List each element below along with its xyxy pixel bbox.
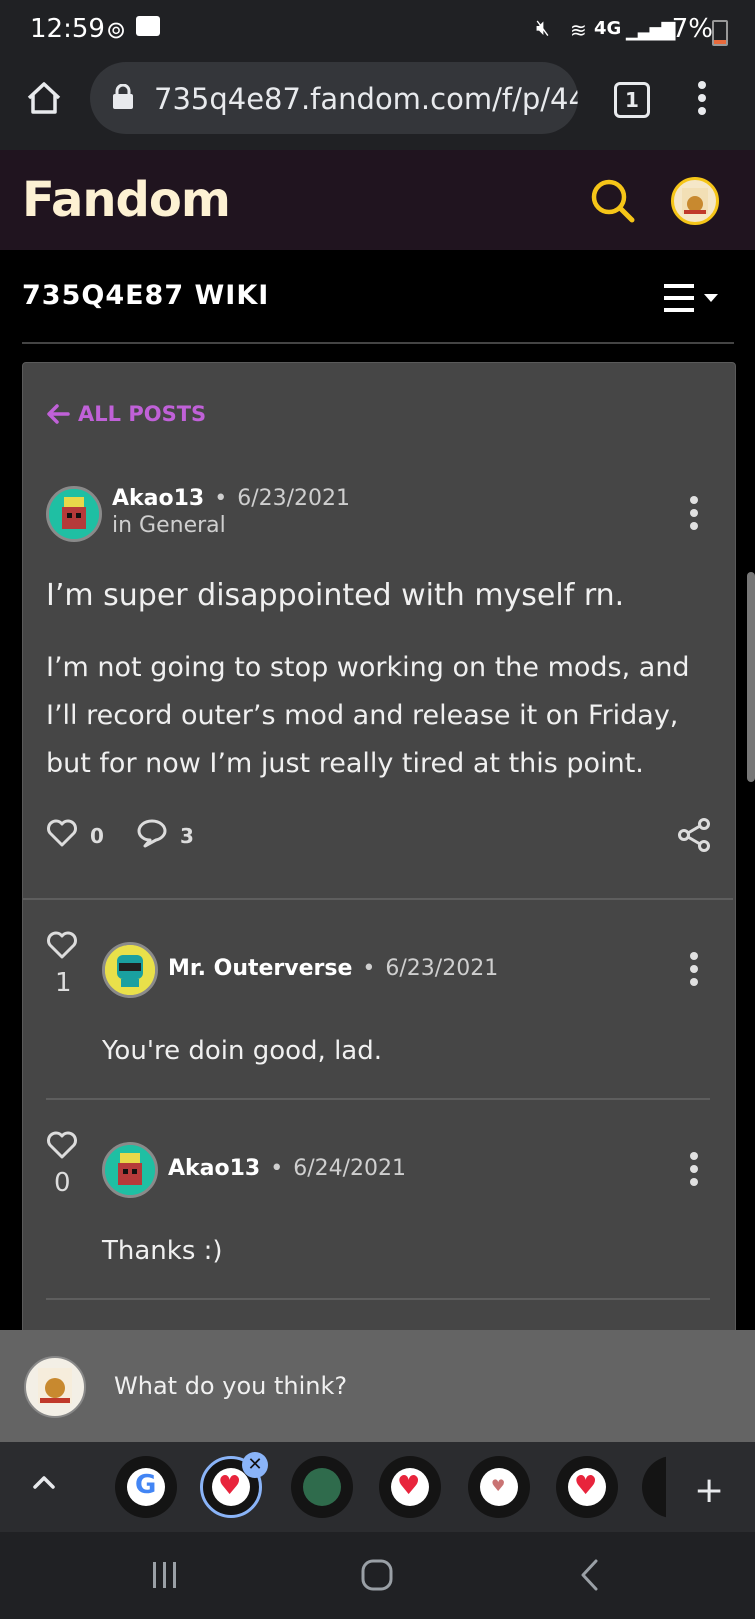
clock: 12:59 xyxy=(30,14,105,44)
close-bubble-icon[interactable]: ✕ xyxy=(242,1452,268,1478)
current-user-avatar xyxy=(24,1356,86,1418)
tab-bubble[interactable]: ♥ xyxy=(379,1456,441,1518)
post-title: I’m super disappointed with myself rn. xyxy=(46,578,625,613)
battery-icon xyxy=(712,20,728,46)
post-author[interactable]: Akao13 xyxy=(112,486,204,511)
back-nav-icon[interactable] xyxy=(578,1558,602,1596)
reply-like-count: 1 xyxy=(55,968,72,998)
post-date: 6/23/2021 xyxy=(237,486,351,511)
reply-divider xyxy=(46,1098,710,1100)
add-tab-icon[interactable]: + xyxy=(694,1470,724,1511)
chevron-up-icon[interactable] xyxy=(32,1474,56,1494)
reply-text: Thanks :) xyxy=(102,1236,223,1266)
separator-dot: • xyxy=(270,1156,284,1181)
reply-more-icon[interactable] xyxy=(690,952,698,986)
arrow-left-icon xyxy=(47,404,70,424)
scrollbar-thumb[interactable] xyxy=(747,572,755,782)
heart-icon: ♥ xyxy=(574,1471,598,1501)
tab-bubble-partial[interactable] xyxy=(642,1456,666,1518)
like-icon[interactable] xyxy=(46,818,78,852)
search-icon[interactable] xyxy=(590,178,636,228)
sync-icon: ⊚ xyxy=(106,16,127,44)
reply-input[interactable]: What do you think? xyxy=(114,1372,347,1400)
recent-apps-icon[interactable] xyxy=(150,1560,180,1594)
comment-count: 3 xyxy=(180,824,194,848)
heart-icon: ♥ xyxy=(218,1471,242,1501)
mute-icon: 🔇︎ xyxy=(536,16,550,41)
reply-like-icon[interactable] xyxy=(46,930,78,964)
separator-dot: • xyxy=(214,486,228,511)
tab-bubble[interactable] xyxy=(291,1456,353,1518)
reply-author[interactable]: Mr. Outerverse xyxy=(168,956,352,981)
reply-avatar[interactable] xyxy=(102,1142,158,1198)
all-posts-label: ALL POSTS xyxy=(78,402,207,426)
heart-icon: ♥ xyxy=(397,1471,421,1501)
reply-author[interactable]: Akao13 xyxy=(168,1156,260,1181)
fandom-logo[interactable]: Fandom xyxy=(22,172,231,228)
comment-icon[interactable] xyxy=(136,818,168,852)
reply-more-icon[interactable] xyxy=(690,1152,698,1186)
tab-bubble[interactable]: ♥ xyxy=(556,1456,618,1518)
post-category[interactable]: in General xyxy=(112,513,226,538)
reply-text: You're doin good, lad. xyxy=(102,1036,382,1066)
wiki-title[interactable]: 735Q4E87 WIKI xyxy=(22,280,269,311)
url-text: 735q4e87.fandom.com/f/p/44 xyxy=(154,82,578,116)
post-more-icon[interactable] xyxy=(690,496,698,530)
battery-level: 7% xyxy=(671,14,713,44)
header-divider xyxy=(22,342,734,344)
address-bar[interactable]: 735q4e87.fandom.com/f/p/44 xyxy=(90,62,578,134)
tab-bubble-google[interactable]: G xyxy=(115,1456,177,1518)
separator-dot: • xyxy=(362,956,376,981)
reply-avatar[interactable] xyxy=(102,942,158,998)
network-4g-icon: 4G xyxy=(594,18,622,39)
tab-bubble[interactable]: ♥ xyxy=(468,1456,530,1518)
post-divider xyxy=(23,898,733,900)
tab-switcher-button[interactable]: 1 xyxy=(614,82,650,118)
signal-icon: ▁▃▅▇ xyxy=(626,20,675,41)
reply-date: 6/24/2021 xyxy=(293,1156,407,1181)
author-avatar[interactable] xyxy=(46,486,102,542)
lock-icon xyxy=(112,83,133,109)
share-icon[interactable] xyxy=(676,818,712,856)
post-body: I’m not going to stop working on the mod… xyxy=(46,652,690,779)
wiki-menu-icon[interactable] xyxy=(664,284,722,316)
video-icon xyxy=(136,16,160,36)
google-icon: G xyxy=(135,1470,157,1500)
user-avatar[interactable] xyxy=(671,177,719,225)
all-posts-link[interactable]: ALL POSTS xyxy=(46,402,206,426)
browser-menu-icon[interactable] xyxy=(697,80,707,120)
like-count: 0 xyxy=(90,824,104,848)
reply-date: 6/23/2021 xyxy=(385,956,499,981)
heart-icon: ♥ xyxy=(491,1476,506,1495)
reply-like-icon[interactable] xyxy=(46,1130,78,1164)
reply-like-count: 0 xyxy=(54,1168,71,1198)
home-nav-icon[interactable] xyxy=(360,1558,394,1596)
wifi-icon: ≋ xyxy=(570,18,587,42)
home-icon[interactable] xyxy=(24,78,64,122)
reply-divider xyxy=(46,1298,710,1300)
status-bar: 12:59 ⊚ 🔇︎ ≋ 4G ▁▃▅▇ 7% xyxy=(0,0,755,60)
